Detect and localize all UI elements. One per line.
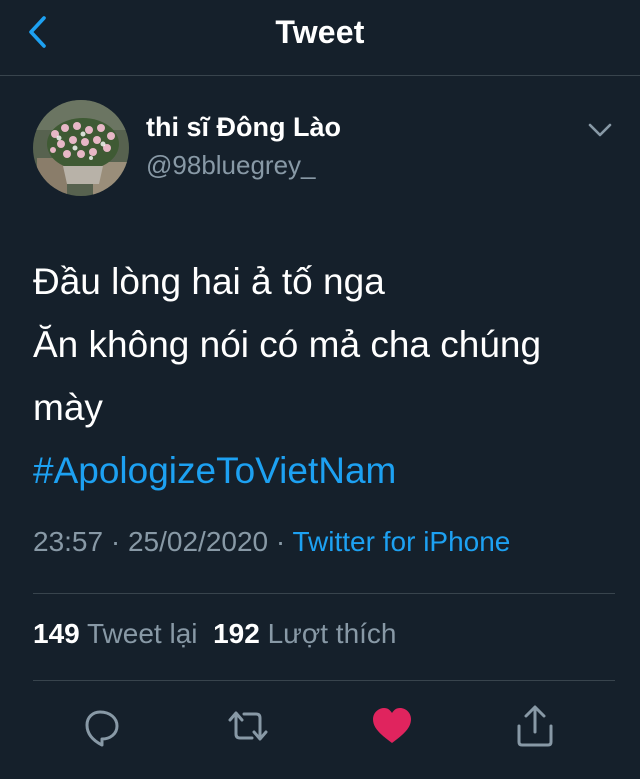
retweets-count: 149	[33, 618, 80, 649]
tweet-line: Đầu lòng hai ả tố nga	[33, 261, 385, 302]
tweet-text: Đầu lòng hai ả tố nga Ăn không nói có mả…	[33, 250, 623, 502]
meta-separator: ·	[268, 526, 293, 557]
divider	[33, 593, 615, 594]
likes-count: 192	[213, 618, 260, 649]
share-icon[interactable]	[513, 704, 557, 748]
like-icon[interactable]	[370, 704, 414, 748]
retweet-icon[interactable]	[226, 704, 270, 748]
author-handle[interactable]: @98bluegrey_	[146, 150, 316, 181]
tweet-time: 23:57	[33, 526, 104, 557]
tweet-meta: 23:57 · 25/02/2020 · Twitter for iPhone	[33, 526, 510, 558]
tweet-line: Ăn không nói có mả cha chúng	[33, 324, 542, 365]
retweets-label: Tweet lại	[87, 618, 198, 649]
divider	[33, 680, 615, 681]
flowers-avatar-icon	[33, 100, 129, 196]
likes-label: Lượt thích	[267, 618, 397, 649]
reply-icon[interactable]	[80, 704, 124, 748]
hashtag-link[interactable]: #ApologizeToVietNam	[33, 439, 623, 502]
likes-stat[interactable]: 192 Lượt thích	[213, 618, 396, 649]
meta-separator: ·	[103, 526, 128, 557]
author-name[interactable]: thi sĩ Đông Lào	[146, 112, 341, 143]
chevron-down-icon[interactable]	[586, 120, 614, 140]
tweet-line: mày	[33, 387, 103, 428]
avatar[interactable]	[33, 100, 129, 196]
top-bar: Tweet	[0, 0, 640, 76]
retweets-stat[interactable]: 149 Tweet lại	[33, 618, 198, 649]
tweet-source-link[interactable]: Twitter for iPhone	[293, 526, 511, 557]
page-title: Tweet	[275, 14, 365, 50]
tweet-date: 25/02/2020	[127, 526, 269, 557]
tweet-stats: 149 Tweet lại 192 Lượt thích	[33, 618, 397, 650]
